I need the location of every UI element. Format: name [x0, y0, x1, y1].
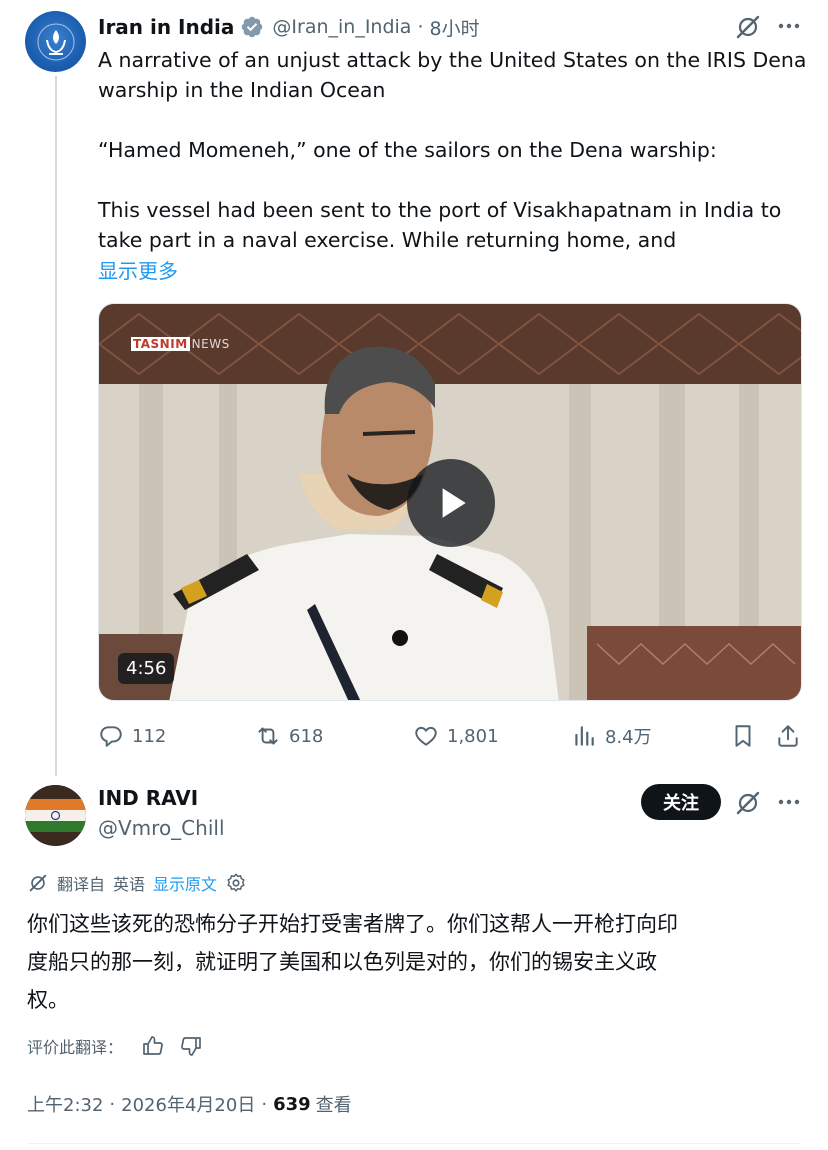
analytics-icon [575, 726, 594, 746]
tweet-text-line: take part in a naval exercise. While ret… [98, 228, 677, 252]
bookmark-icon [735, 725, 751, 747]
repost-count: 618 [289, 725, 324, 747]
reply-icon [100, 726, 122, 747]
avatar-iran-in-india[interactable] [25, 11, 86, 72]
reply-button[interactable]: 112 [98, 721, 166, 751]
reply-text-line: 权。 [27, 988, 69, 1012]
video-watermark: TASNIM NEWS [131, 337, 230, 351]
emblem-icon [37, 23, 74, 60]
views-label: 查看 [315, 1095, 352, 1116]
rate-translation: 评价此翻译： [27, 1033, 217, 1059]
translated-from-label: 翻译自 [57, 875, 106, 894]
tweet-text-line: “Hamed Momeneh,” one of the sailors on t… [98, 138, 717, 162]
separator-dot: · [417, 16, 424, 38]
rate-translation-label: 评价此翻译： [27, 1038, 124, 1057]
like-count: 1,801 [447, 725, 499, 747]
tweet-time[interactable]: 8小时 [430, 14, 480, 41]
views-button[interactable]: 8.4万 [571, 721, 652, 751]
view-count: 639 [273, 1093, 311, 1115]
share-button[interactable] [775, 721, 809, 751]
author-handle[interactable]: @Vmro_Chill [98, 816, 225, 840]
thumbs-down-icon[interactable] [179, 1034, 203, 1058]
avatar-ind-ravi[interactable] [25, 785, 86, 846]
more-icon[interactable] [776, 16, 802, 36]
follow-button[interactable]: 关注 [641, 784, 721, 820]
heart-icon [415, 726, 437, 746]
grok-icon [29, 874, 47, 892]
show-original-link[interactable]: 显示原文 [153, 871, 217, 895]
tweet-header: Iran in India @Iran_in_India · 8小时 [98, 12, 480, 42]
repost-icon [258, 727, 278, 745]
reply-text-line: 你们这些该死的恐怖分子开始打受害者牌了。你们这帮人一开枪打向印 [27, 912, 678, 936]
thread-connector-line [55, 76, 57, 776]
reply-text: 你们这些该死的恐怖分子开始打受害者牌了。你们这帮人一开枪打向印 度船只的那一刻，… [27, 905, 787, 1019]
tweet-timestamp[interactable]: 上午2:32 [27, 1091, 103, 1117]
tweet-text-line: warship in the Indian Ocean [98, 78, 386, 102]
author-name[interactable]: Iran in India [98, 15, 234, 39]
tweet-meta: 上午2:32 · 2026年4月20日 · 639 查看 [27, 1090, 352, 1118]
share-icon [778, 725, 798, 747]
india-flag-icon [25, 785, 86, 846]
reply-text-line: 度船只的那一刻，就证明了美国和以色列是对的，你们的锡安主义政 [27, 950, 657, 974]
author-name[interactable]: IND RAVI [98, 786, 198, 810]
play-button[interactable] [407, 459, 495, 547]
divider [27, 1143, 801, 1144]
translation-bar: 翻译自 英语 显示原文 [27, 871, 247, 895]
tweet-text-line: A narrative of an unjust attack by the U… [98, 48, 807, 72]
tweet-text-line: This vessel had been sent to the port of… [98, 198, 782, 222]
gear-icon[interactable] [225, 872, 247, 894]
separator-dot: · [109, 1093, 116, 1115]
view-count: 8.4万 [605, 727, 652, 748]
like-button[interactable]: 1,801 [413, 721, 499, 751]
source-language: 英语 [113, 875, 146, 894]
verified-badge-icon [240, 15, 264, 39]
more-icon[interactable] [776, 792, 802, 812]
video-duration: 4:56 [118, 653, 175, 684]
video-player[interactable]: TASNIM NEWS 4:56 [98, 303, 802, 701]
grok-icon[interactable] [735, 790, 761, 816]
separator-dot: · [261, 1093, 268, 1115]
repost-button[interactable]: 618 [255, 721, 323, 751]
tweet-text: A narrative of an unjust attack by the U… [98, 45, 810, 255]
author-handle[interactable]: @Iran_in_India [272, 16, 411, 38]
bookmark-button[interactable] [730, 721, 764, 751]
grok-icon[interactable] [735, 14, 761, 40]
show-more-link[interactable]: 显示更多 [98, 255, 178, 284]
play-icon [442, 488, 466, 518]
thumbs-up-icon[interactable] [141, 1034, 165, 1058]
reply-count: 112 [132, 725, 167, 747]
tweet-date[interactable]: 2026年4月20日 [121, 1091, 255, 1117]
